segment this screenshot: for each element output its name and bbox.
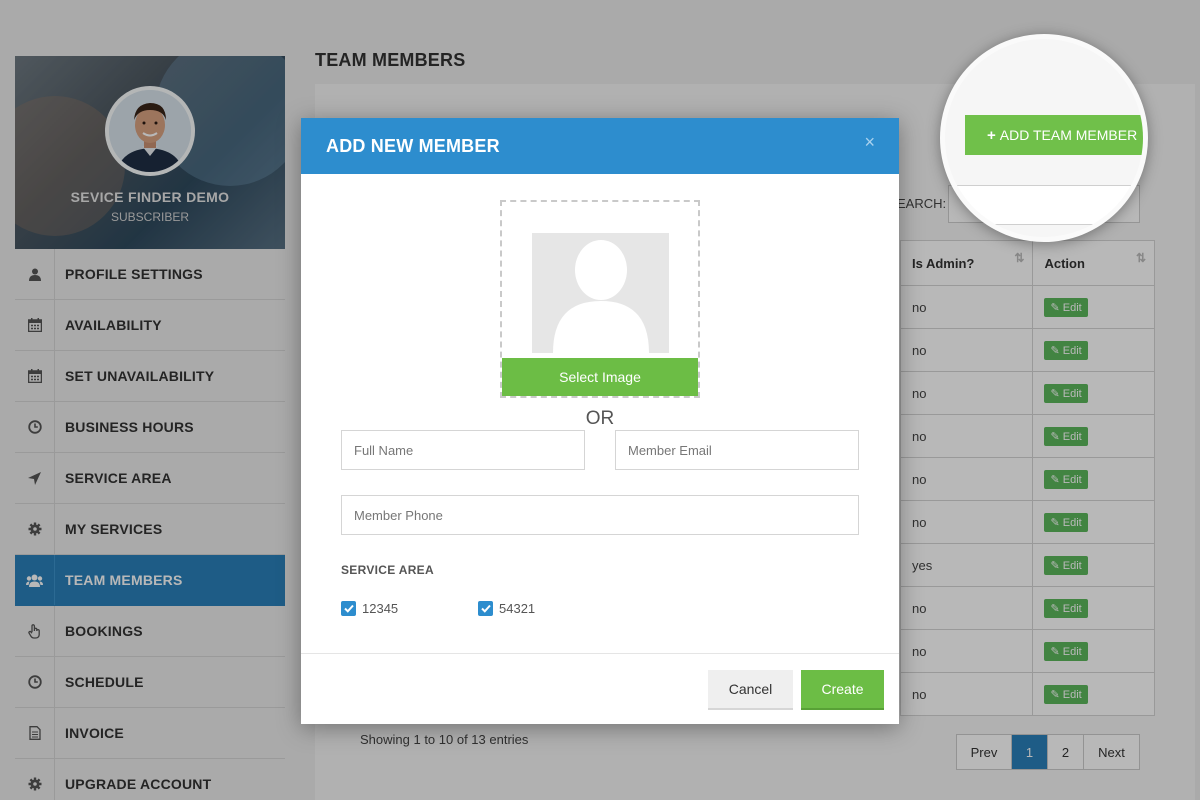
add-member-modal: ADD NEW MEMBER × Select Image OR SERVICE… xyxy=(301,118,899,724)
full-name-input[interactable] xyxy=(341,430,585,470)
avatar-placeholder-icon xyxy=(532,233,669,353)
search-input-highlighted[interactable] xyxy=(949,185,1143,225)
modal-header: ADD NEW MEMBER × xyxy=(301,118,899,174)
modal-title: ADD NEW MEMBER xyxy=(326,135,500,156)
select-image-button[interactable]: Select Image xyxy=(502,358,698,396)
checkbox-checked-icon[interactable] xyxy=(478,601,493,616)
add-team-member-label: ADD TEAM MEMBER xyxy=(999,127,1138,143)
cancel-button[interactable]: Cancel xyxy=(708,670,793,710)
member-email-input[interactable] xyxy=(615,430,859,470)
checkbox-checked-icon[interactable] xyxy=(341,601,356,616)
service-area-checkbox-12345[interactable]: 12345 xyxy=(341,601,398,616)
modal-footer: Cancel Create xyxy=(301,653,899,724)
service-area-checkbox-54321[interactable]: 54321 xyxy=(478,601,535,616)
service-area-label: SERVICE AREA xyxy=(341,563,434,577)
checkbox-label: 12345 xyxy=(362,601,399,616)
checkbox-label: 54321 xyxy=(499,601,536,616)
create-button[interactable]: Create xyxy=(801,670,884,710)
member-phone-input[interactable] xyxy=(341,495,859,535)
or-divider: OR xyxy=(585,408,615,429)
add-team-member-button[interactable]: + ADD TEAM MEMBER xyxy=(965,115,1143,155)
add-button-spotlight: + ADD TEAM MEMBER xyxy=(940,34,1148,242)
plus-icon: + xyxy=(987,126,996,144)
image-upload-area[interactable]: Select Image xyxy=(500,200,700,398)
close-icon[interactable]: × xyxy=(864,132,875,153)
